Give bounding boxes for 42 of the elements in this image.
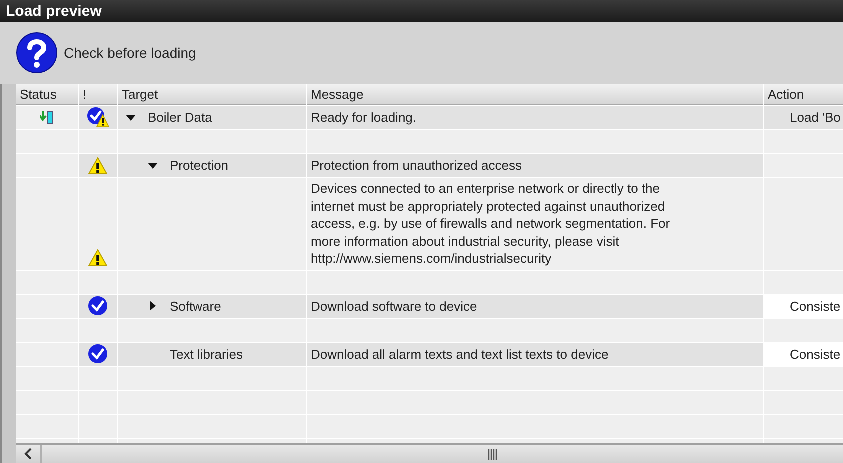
header-message: Check before loading — [64, 45, 196, 61]
table-cell — [16, 270, 78, 294]
message-text: Protection from unauthorized access — [311, 158, 522, 173]
target-name: Text libraries — [170, 346, 243, 362]
column-header[interactable]: Action — [764, 84, 843, 105]
check-warning-icon — [87, 107, 109, 128]
scroll-grip-icon[interactable] — [488, 448, 498, 460]
table-cell — [79, 366, 117, 390]
target-name: Software — [170, 298, 222, 314]
table-cell — [16, 294, 78, 318]
collapse-arrow-icon[interactable] — [126, 112, 136, 122]
target-name: Boiler Data — [148, 110, 212, 125]
help-icon — [16, 32, 58, 74]
target-name: Protection — [170, 158, 229, 173]
table-cell — [16, 342, 78, 366]
table-cell — [16, 390, 78, 414]
message-text: Ready for loading. — [311, 110, 417, 125]
action-text: Load 'Bo — [790, 110, 841, 125]
action-selector[interactable]: Consiste — [790, 346, 841, 362]
table-cell — [79, 130, 117, 153]
warning-icon — [88, 156, 108, 174]
expand-arrow-icon[interactable] — [148, 301, 158, 311]
download-device-icon — [40, 111, 54, 124]
column-header[interactable]: Target — [118, 84, 306, 105]
check-icon — [88, 296, 108, 316]
message-text: Download software to device — [311, 298, 478, 314]
warning-icon — [88, 248, 108, 266]
window-title: Load preview — [0, 0, 843, 22]
collapse-arrow-icon[interactable] — [148, 160, 158, 170]
horizontal-scrollbar[interactable] — [16, 443, 843, 463]
column-header[interactable]: ! — [79, 84, 117, 105]
chevron-left-icon — [24, 448, 32, 460]
message-text: Download all alarm texts and text list texts to device — [311, 346, 609, 362]
table-cell — [16, 366, 78, 390]
security-notice: Devices connected to an enterprise network or directly to the internet must be appropriately protected against unauthorized access, e.g. by use of firewalls and network segmentation. For more information about industrial security, please visit http://www.siemens.com/industrialsecurity — [311, 180, 670, 268]
column-header[interactable]: Message — [307, 84, 763, 105]
table-cell — [16, 154, 78, 177]
table-cell — [79, 318, 117, 342]
table-cell — [16, 318, 78, 342]
action-selector[interactable]: Consiste — [790, 298, 841, 314]
check-icon — [88, 344, 108, 364]
column-header[interactable]: Status — [16, 84, 78, 105]
